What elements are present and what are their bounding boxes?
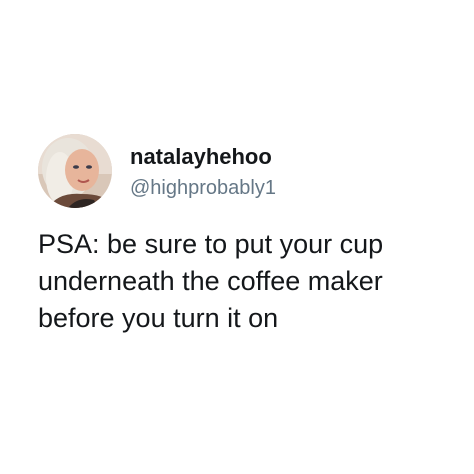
tweet-card: natalayhehoo @highprobably1 PSA: be sure… [0, 0, 474, 474]
user-handle[interactable]: @highprobably1 [130, 176, 276, 200]
profile-photo-icon [38, 134, 112, 208]
avatar[interactable] [38, 134, 112, 208]
display-name[interactable]: natalayhehoo [130, 144, 272, 170]
tweet-text-line: PSA: be sure to put your cup [38, 229, 384, 259]
tweet-text: PSA: be sure to put your cup underneath … [38, 226, 458, 337]
tweet-text-line: before you turn it on [38, 303, 279, 333]
tweet-text-line: underneath the coffee maker [38, 266, 383, 296]
